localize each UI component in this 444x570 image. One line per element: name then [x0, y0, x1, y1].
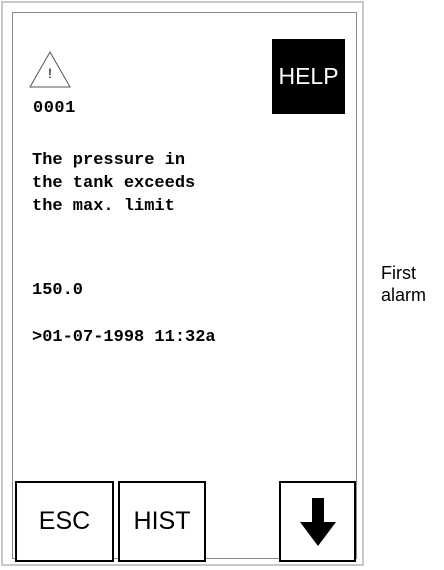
alarm-number: 0001	[33, 99, 76, 118]
esc-button[interactable]: ESC	[15, 481, 114, 562]
scroll-down-button[interactable]	[279, 481, 356, 562]
help-button[interactable]: HELP	[272, 39, 345, 114]
down-arrow-icon	[299, 497, 336, 546]
warning-triangle-icon: !	[28, 50, 72, 90]
alarm-value: 150.0	[32, 281, 84, 300]
esc-button-label: ESC	[38, 507, 91, 535]
alarm-message: The pressure in the tank exceeds the max…	[32, 151, 196, 216]
svg-text:!: !	[48, 65, 52, 81]
first-alarm-caption: First alarm	[381, 263, 427, 305]
alarm-timestamp: >01-07-1998 11:32a	[32, 328, 216, 347]
hist-button[interactable]: HIST	[118, 481, 206, 562]
alarm-screen: ! 0001 HELP The pressure in the tank exc…	[12, 12, 357, 562]
hist-button-label: HIST	[133, 507, 191, 535]
device-frame: ! 0001 HELP The pressure in the tank exc…	[1, 1, 364, 566]
